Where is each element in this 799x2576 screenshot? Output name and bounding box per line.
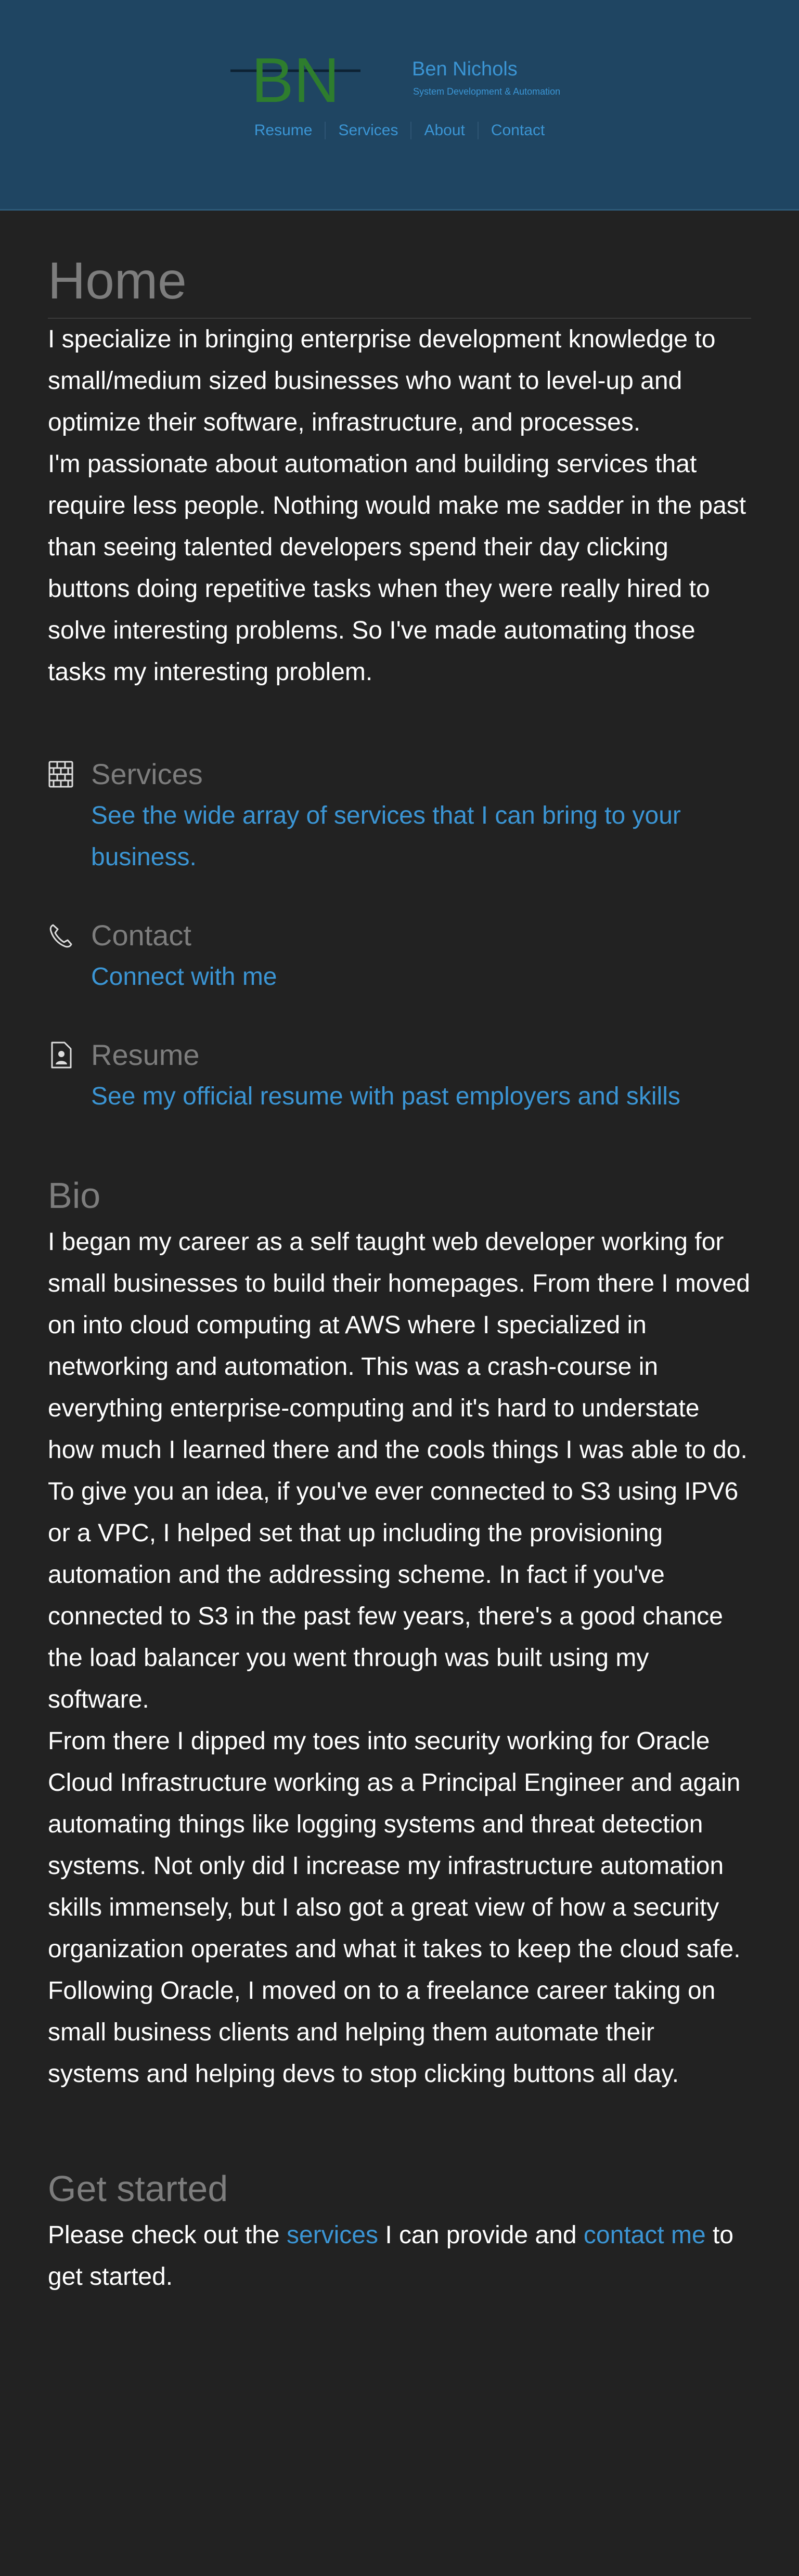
site-header: BN Ben Nichols System Development & Auto… xyxy=(0,0,799,211)
services-inline-link[interactable]: services xyxy=(287,2221,378,2249)
bio-paragraph: From there I dipped my toes into securit… xyxy=(48,1727,741,1963)
get-started-heading: Get started xyxy=(48,2168,228,2209)
phone-icon xyxy=(49,924,72,948)
services-heading: Services xyxy=(91,758,203,790)
get-started-text: I can provide and xyxy=(378,2221,584,2249)
nav-resume[interactable]: Resume xyxy=(242,122,325,139)
get-started-text: Please check out the xyxy=(48,2221,287,2249)
site-tagline: System Development & Automation xyxy=(413,86,561,97)
resume-file-icon xyxy=(51,1042,72,1069)
contact-inline-link[interactable]: contact me xyxy=(584,2221,706,2249)
bio-heading: Bio xyxy=(48,1175,101,1216)
main-content: Home I specialize in bringing enterprise… xyxy=(0,211,799,2298)
services-link-item: Services See the wide array of services … xyxy=(48,753,751,878)
contact-link[interactable]: Connect with me xyxy=(91,956,751,998)
nav-services[interactable]: Services xyxy=(325,122,410,139)
site-name[interactable]: Ben Nichols xyxy=(412,58,518,81)
bio-paragraph: I began my career as a self taught web d… xyxy=(48,1228,750,1713)
bn-logo[interactable]: BN xyxy=(230,46,360,108)
nav-about[interactable]: About xyxy=(410,122,477,139)
resume-heading: Resume xyxy=(91,1038,200,1071)
main-nav: Resume Services About Contact xyxy=(0,122,799,139)
page-title: Home xyxy=(48,211,751,319)
resume-link[interactable]: See my official resume with past employe… xyxy=(91,1076,751,1117)
contact-link-item: Contact Connect with me xyxy=(48,915,751,998)
nav-contact[interactable]: Contact xyxy=(477,122,557,139)
intro-paragraph: I specialize in bringing enterprise deve… xyxy=(48,326,716,436)
logo-text: BN xyxy=(251,46,339,108)
brick-wall-icon xyxy=(48,761,73,788)
bio-paragraph: Following Oracle, I moved on to a freela… xyxy=(48,1977,716,2088)
intro-paragraph: I'm passionate about automation and buil… xyxy=(48,450,746,686)
quick-links: Services See the wide array of services … xyxy=(48,753,751,1117)
contact-heading: Contact xyxy=(91,919,191,952)
resume-link-item: Resume See my official resume with past … xyxy=(48,1034,751,1117)
get-started-paragraph: Please check out the services I can prov… xyxy=(48,2215,751,2298)
services-link[interactable]: See the wide array of services that I ca… xyxy=(91,795,751,878)
